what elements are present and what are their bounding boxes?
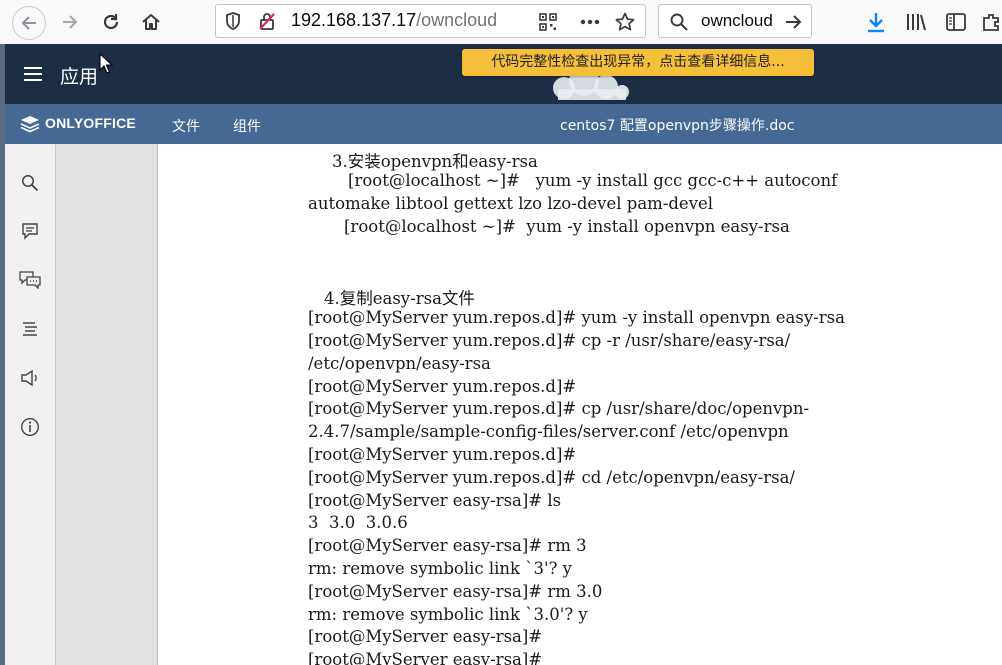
search-icon	[669, 12, 689, 32]
url-bar[interactable]: 192.168.137.17/owncloud	[215, 4, 646, 38]
back-button[interactable]	[12, 6, 46, 40]
doc-line: 4.复制easy-rsa文件	[324, 289, 475, 308]
doc-line: [root@MyServer easy-rsa]# ls	[308, 491, 562, 510]
doc-line: /etc/openvpn/easy-rsa	[308, 354, 491, 373]
browser-toolbar: 192.168.137.17/owncloud owncloud	[0, 0, 1002, 45]
document-title: centos7 配置openvpn步骤操作.doc	[560, 118, 795, 134]
integrity-warning[interactable]: 代码完整性检查出现异常，点击查看详细信息...	[462, 49, 814, 76]
search-icon[interactable]	[17, 170, 43, 196]
chat-icon[interactable]	[17, 267, 43, 293]
document-page[interactable]: 3.安装openvpn和easy-rsa [root@localhost ~]#…	[157, 144, 1002, 665]
forward-button[interactable]	[53, 5, 87, 39]
menu-icon[interactable]	[22, 64, 44, 84]
doc-line: 2.4.7/sample/sample-config-files/server.…	[308, 422, 789, 441]
home-icon	[142, 14, 160, 30]
url-text[interactable]: 192.168.137.17/owncloud	[291, 10, 506, 31]
home-button[interactable]	[134, 5, 168, 39]
tab-file[interactable]: 文件	[172, 116, 200, 136]
page-actions-icon[interactable]	[578, 12, 602, 32]
doc-line: [root@MyServer yum.repos.d]#	[308, 377, 577, 396]
shield-icon[interactable]	[224, 12, 242, 30]
navigation-icon[interactable]	[17, 316, 43, 342]
doc-line: [root@MyServer easy-rsa]#	[308, 650, 543, 665]
url-path: /owncloud	[416, 10, 498, 30]
tab-plugins[interactable]: 组件	[233, 116, 261, 136]
doc-line: [root@MyServer easy-rsa]# rm 3	[308, 536, 587, 555]
url-host: 192.168.137.17	[291, 10, 417, 30]
doc-line: [root@MyServer easy-rsa]#	[308, 627, 543, 646]
doc-line: [root@MyServer yum.repos.d]#	[308, 445, 577, 464]
search-input[interactable]: owncloud	[701, 11, 775, 31]
doc-line: rm: remove symbolic link `3.0'? y	[308, 605, 588, 624]
doc-line: [root@MyServer easy-rsa]# rm 3.0	[308, 582, 603, 601]
comment-icon[interactable]	[17, 218, 43, 244]
doc-line: [root@MyServer yum.repos.d]# cp /usr/sha…	[308, 399, 810, 418]
doc-line: automake libtool gettext lzo lzo-devel p…	[308, 194, 714, 213]
library-icon[interactable]	[903, 10, 929, 34]
extension-icon[interactable]	[982, 10, 1002, 34]
onlyoffice-brand: ONLYOFFICE	[45, 115, 136, 131]
bookmark-star-icon[interactable]	[614, 11, 636, 33]
insecure-lock-icon[interactable]	[256, 11, 278, 31]
apps-menu-label[interactable]: 应用	[60, 62, 98, 89]
onlyoffice-logo-icon	[19, 114, 41, 134]
qr-code-icon[interactable]	[538, 12, 558, 32]
doc-line: [root@MyServer yum.repos.d]# yum -y inst…	[308, 308, 845, 327]
document-margin	[56, 144, 157, 665]
reload-button[interactable]	[94, 5, 128, 39]
doc-line: 3 3.0 3.0.6	[308, 513, 408, 532]
info-icon[interactable]	[17, 414, 43, 440]
downloads-icon[interactable]	[864, 10, 888, 34]
doc-line: [root@MyServer yum.repos.d]# cd /etc/ope…	[308, 468, 795, 487]
reload-icon	[103, 14, 119, 30]
sidebar-toggle-icon[interactable]	[944, 10, 968, 34]
doc-line: 3.安装openvpn和easy-rsa	[332, 152, 538, 171]
arrow-left-icon	[21, 16, 36, 30]
onlyoffice-toolbar: ONLYOFFICE 文件 组件 centos7 配置openvpn步骤操作.d…	[5, 104, 1002, 144]
mouse-cursor-icon	[98, 52, 114, 74]
search-go-icon[interactable]	[783, 12, 805, 32]
search-bar[interactable]: owncloud	[658, 4, 812, 38]
feedback-icon[interactable]	[17, 365, 43, 391]
doc-line: [root@localhost ~]# yum -y install openv…	[344, 217, 790, 236]
left-tool-panel	[5, 144, 56, 665]
doc-line: [root@MyServer yum.repos.d]# cp -r /usr/…	[308, 331, 791, 350]
arrow-right-icon	[63, 15, 78, 29]
doc-line: [root@localhost ~]# yum -y install gcc g…	[348, 171, 838, 190]
doc-line: rm: remove symbolic link `3'? y	[308, 559, 572, 578]
